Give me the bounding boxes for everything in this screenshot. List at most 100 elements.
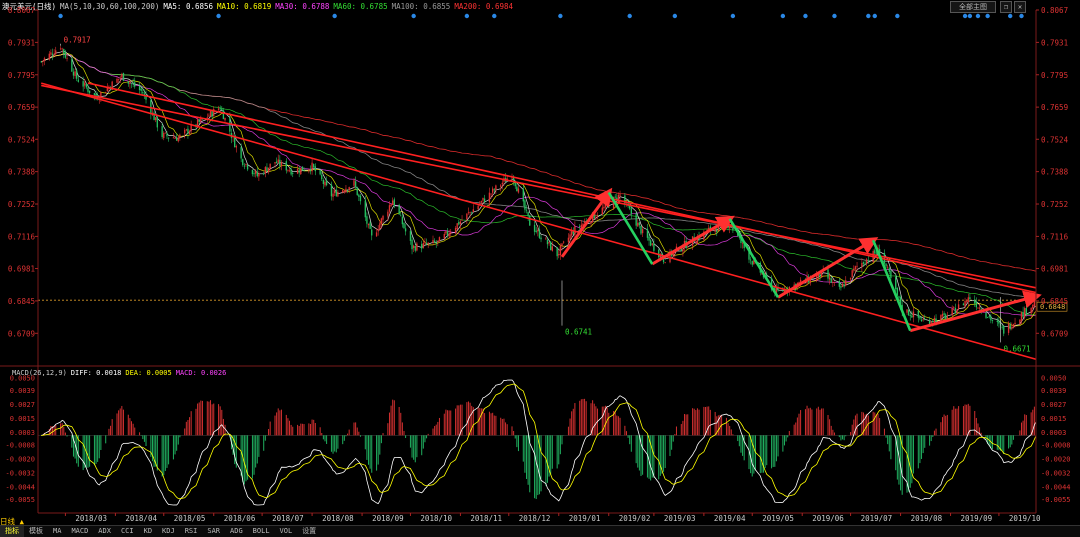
candle-body — [964, 300, 966, 307]
event-dot-icon — [58, 13, 63, 19]
candle-body — [393, 199, 395, 206]
x-tick-label: 2018/05 — [174, 514, 206, 523]
candle-body — [828, 277, 831, 280]
candle-body — [540, 237, 542, 240]
down-leg-2 — [871, 239, 912, 332]
candle-body — [175, 137, 178, 141]
candle-body — [866, 259, 868, 264]
candle-body — [888, 268, 890, 272]
candle-body — [919, 316, 921, 319]
macd-y-tick-label: 0.0003 — [10, 429, 35, 437]
candle-body — [482, 197, 484, 201]
candle-body — [537, 230, 539, 232]
candle-body — [301, 166, 304, 171]
candle-body — [424, 241, 426, 243]
candle-body — [72, 71, 75, 76]
tab-12[interactable]: VOL — [275, 526, 298, 537]
candle-body — [379, 223, 381, 230]
candle-body — [105, 92, 107, 94]
candle-body — [342, 190, 344, 193]
y-tick-label: 0.7931 — [8, 38, 35, 47]
candle-body — [1032, 304, 1034, 309]
candle-body — [343, 191, 346, 192]
macd-macd-value: MACD: 0.0026 — [175, 369, 227, 377]
macd-header: MACD(26,12,9) DIFF: 0.0018 DEA: 0.0005 MACD… — [12, 368, 230, 378]
candle-body — [862, 262, 865, 264]
candle-body — [245, 164, 247, 166]
tab-7[interactable]: KDJ — [157, 526, 180, 537]
y-tick-label-right: 0.6845 — [1041, 297, 1068, 306]
tab-3[interactable]: MACD — [66, 526, 93, 537]
candle-body — [333, 190, 336, 193]
candle-body — [965, 300, 968, 302]
candle-body — [422, 242, 425, 248]
candle-body — [221, 108, 223, 111]
candle-body — [66, 57, 68, 59]
candle-body — [400, 215, 402, 217]
candle-body — [222, 110, 225, 120]
tab-13[interactable]: 设置 — [297, 526, 321, 537]
x-tick-label: 2019/01 — [569, 514, 601, 523]
candle-body — [546, 239, 549, 245]
macd-diff-value: DIFF: 0.0018 — [70, 369, 122, 377]
candle-body — [346, 189, 349, 191]
candle-body — [885, 263, 887, 267]
candle-body — [421, 244, 423, 249]
candle-body — [974, 299, 976, 304]
candle-body — [996, 320, 998, 323]
candle-body — [890, 270, 892, 279]
candle-body — [570, 231, 573, 236]
candle-body — [561, 243, 563, 246]
candle-body — [471, 212, 473, 214]
tab-0[interactable]: 指标 — [0, 526, 24, 537]
macd-y-tick-label: -0.0020 — [5, 456, 35, 464]
up-arrow-0 — [560, 187, 613, 258]
tab-11[interactable]: BOLL — [248, 526, 275, 537]
x-tick-label: 2018/12 — [519, 514, 551, 523]
tab-2[interactable]: MA — [48, 526, 66, 537]
tab-4[interactable]: ADX — [93, 526, 116, 537]
candle-body — [535, 230, 537, 233]
candle-body — [129, 82, 131, 85]
candle-body — [401, 216, 404, 225]
tab-9[interactable]: SAR — [202, 526, 225, 537]
candle-body — [132, 83, 134, 85]
tab-10[interactable]: ADG — [225, 526, 248, 537]
tab-1[interactable]: 模板 — [24, 526, 48, 537]
candle-body — [630, 208, 632, 215]
candle-body — [404, 228, 407, 232]
candle-body — [313, 164, 315, 168]
candle-body — [548, 242, 550, 244]
candle-body — [303, 170, 305, 172]
candle-body — [501, 182, 504, 185]
candle-body — [267, 167, 270, 173]
candle-body — [946, 316, 949, 319]
candle-body — [551, 246, 553, 251]
event-dot-icon — [967, 13, 973, 19]
candle-body — [467, 212, 470, 214]
tab-8[interactable]: RSI — [180, 526, 203, 537]
candle-body — [269, 163, 271, 169]
candle-body — [64, 52, 67, 58]
price-chart[interactable]: 0.68480.79170.67410.6671 0.8067 0.80670.7… — [0, 0, 1080, 536]
candle-body — [412, 245, 415, 248]
tab-6[interactable]: KD — [139, 526, 157, 537]
candle-body — [235, 146, 237, 148]
candle-body — [254, 171, 257, 174]
candle-body — [437, 240, 439, 242]
candle-body — [932, 320, 934, 322]
tab-5[interactable]: CCI — [116, 526, 139, 537]
indicator-tab-bar: 指标 模板 MA MACD ADX CCI KD KDJ RSI SAR ADG BOLL VOL 设置 — [0, 525, 1080, 537]
candle-body — [529, 215, 531, 226]
x-tick-label: 2019/07 — [861, 514, 893, 523]
candle-body — [962, 303, 965, 306]
candle-body — [488, 192, 491, 203]
candle-body — [290, 169, 292, 175]
event-dot-icon — [872, 13, 877, 19]
x-tick-label: 2018/10 — [420, 514, 452, 523]
candle-body — [1011, 327, 1013, 329]
candle-body — [130, 83, 133, 84]
candle-body — [977, 307, 979, 309]
macd-y-tick-label-right: 0.0027 — [1041, 401, 1066, 409]
candle-body — [74, 71, 76, 77]
